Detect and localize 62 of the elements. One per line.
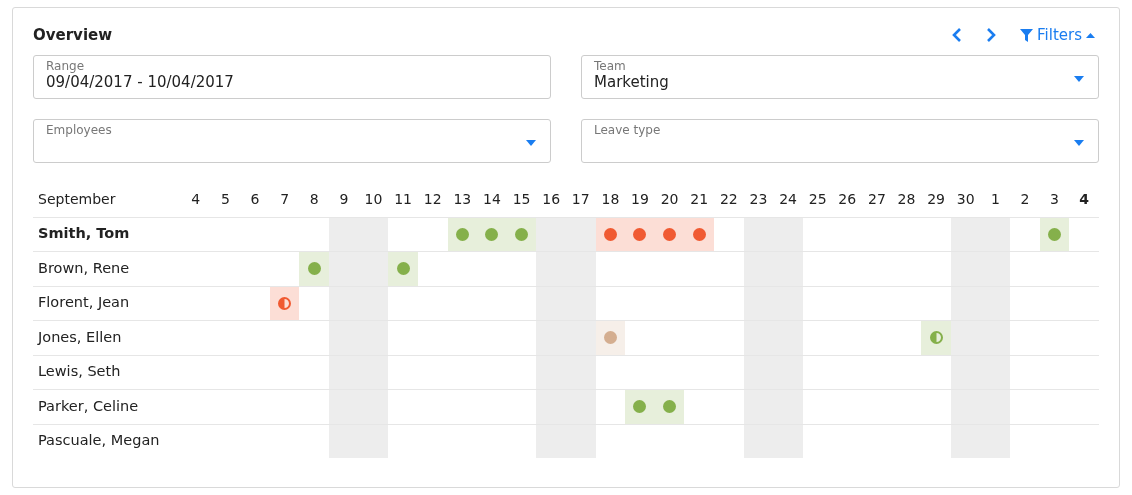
leave-cell[interactable] (388, 251, 418, 286)
caret-icon (526, 139, 536, 146)
day-label: 18 (600, 190, 621, 209)
day-label: 21 (689, 190, 710, 209)
day-label: 4 (1078, 190, 1091, 209)
dropdown-field[interactable]: Leave type (581, 118, 1099, 163)
day-label: 8 (308, 190, 320, 209)
day-label: 7 (279, 190, 291, 209)
day-label: 17 (570, 190, 591, 209)
input-field[interactable]: Range 09/04/2017 - 10/04/2017 (33, 54, 551, 99)
dropdown-field[interactable]: Employees (33, 118, 551, 163)
leave-cell[interactable] (684, 216, 715, 251)
day-label: 24 (778, 190, 798, 209)
day-label: 26 (837, 190, 858, 209)
day-label: 4 (190, 190, 202, 209)
day-label: 2 (1019, 190, 1031, 209)
leave-cell[interactable] (625, 389, 655, 424)
day-label: 27 (867, 190, 887, 209)
caret-icon (1074, 139, 1084, 146)
caret-icon (1074, 75, 1084, 82)
day-label: 29 (926, 190, 947, 209)
leave-cell[interactable] (1039, 216, 1070, 251)
day-label: 16 (541, 190, 562, 209)
day-label: 9 (338, 190, 350, 209)
leave-cell[interactable] (921, 320, 951, 355)
day-label: 20 (659, 190, 680, 209)
leave-cell[interactable] (506, 216, 537, 251)
leave-cell[interactable] (654, 389, 685, 424)
employee-name: Smith, Tom (33, 216, 181, 251)
employee-name: Brown, Rene (33, 251, 181, 286)
employee-name: Jones, Ellen (33, 320, 181, 355)
day-label: 13 (452, 190, 473, 209)
panel-title: Overview (33, 25, 113, 46)
day-label: 12 (422, 190, 443, 209)
day-label: 3 (1049, 190, 1061, 209)
employee-name: Lewis, Seth (33, 354, 181, 389)
leave-cell[interactable] (447, 216, 478, 251)
day-label: 5 (219, 190, 231, 209)
day-label: 28 (896, 190, 917, 209)
dropdown-field[interactable]: Team Marketing (581, 54, 1099, 99)
leave-cell[interactable] (595, 320, 626, 355)
day-label: 6 (249, 190, 261, 209)
day-label: 19 (630, 190, 650, 209)
leave-cell[interactable] (299, 251, 330, 286)
month-label: September (37, 190, 117, 209)
day-label: 14 (482, 190, 502, 209)
filters-button[interactable]: Filters (1016, 24, 1099, 47)
day-label: 25 (807, 190, 828, 209)
leave-cell[interactable] (595, 216, 626, 251)
leave-cell[interactable] (269, 285, 300, 320)
day-label: 22 (718, 190, 739, 209)
day-label: 15 (511, 190, 532, 209)
caret-icon (1086, 32, 1095, 38)
day-label: 23 (748, 190, 769, 209)
day-label: 10 (363, 190, 384, 209)
day-label: 30 (955, 190, 976, 209)
day-label: 1 (989, 190, 1001, 209)
employee-name: Parker, Celine (33, 389, 181, 424)
employee-name: Florent, Jean (33, 285, 181, 320)
employee-name: Pascuale, Megan (33, 423, 181, 458)
day-label: 11 (393, 190, 413, 209)
filter-icon (1020, 28, 1034, 42)
